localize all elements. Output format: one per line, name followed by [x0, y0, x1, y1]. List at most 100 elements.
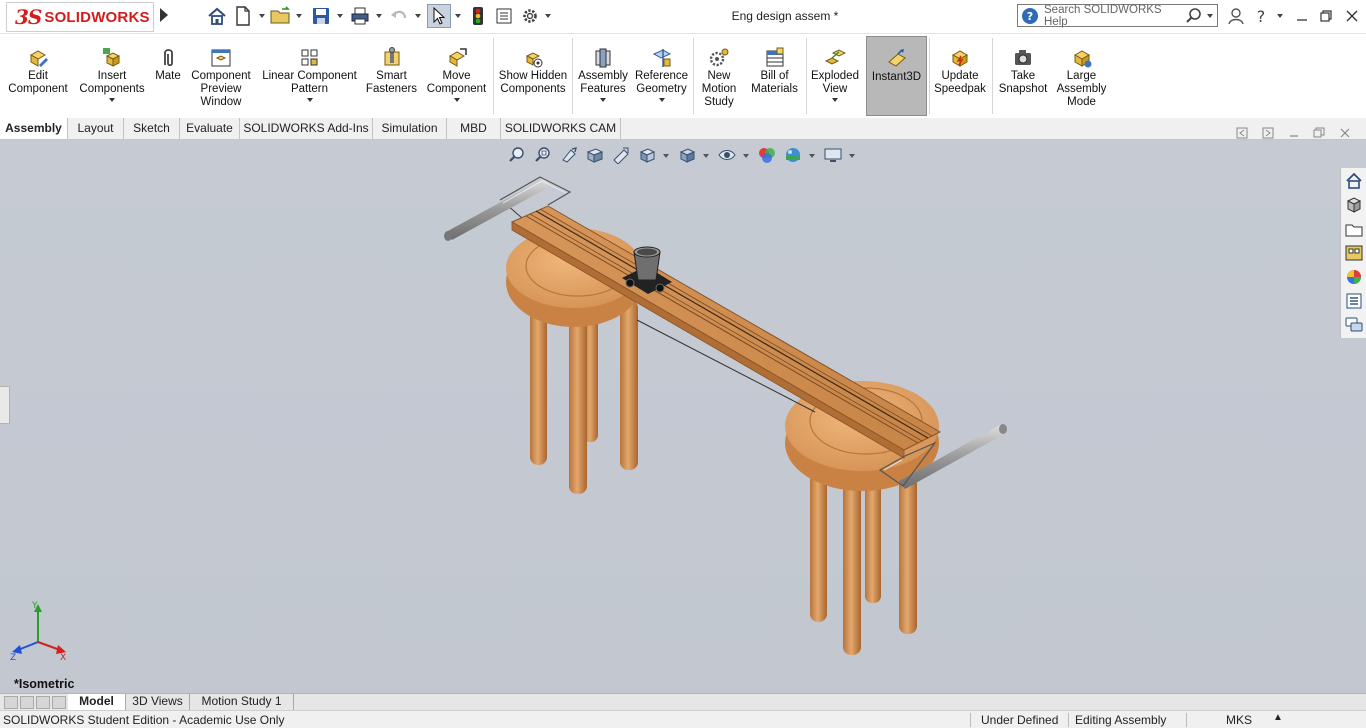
toolbar-separator: [806, 38, 807, 114]
large-assembly-mode-button[interactable]: Large Assembly Mode: [1054, 36, 1109, 116]
rebuild-traffic-light-icon[interactable]: [466, 4, 490, 28]
component-preview-window-label: Component Preview Window: [191, 70, 251, 108]
reference-geometry-button[interactable]: Reference Geometry: [633, 36, 690, 116]
move-component-button[interactable]: Move Component: [423, 36, 490, 116]
insert-components-button[interactable]: Insert Components: [76, 36, 148, 116]
toolbar-separator: [572, 38, 573, 114]
custom-properties-icon[interactable]: [1344, 291, 1364, 311]
close-icon[interactable]: [1341, 6, 1363, 26]
bill-of-materials-button[interactable]: Bill of Materials: [746, 36, 803, 116]
edit-component-button[interactable]: Edit Component: [4, 36, 72, 116]
linear-pattern-dropdown-icon[interactable]: [306, 98, 313, 102]
assembly-features-dropdown-icon[interactable]: [600, 98, 606, 102]
options-dropdown-icon[interactable]: [545, 14, 551, 18]
undo-icon[interactable]: [387, 4, 411, 28]
reference-geometry-dropdown-icon[interactable]: [658, 98, 665, 102]
viewport-minimize-icon[interactable]: [1286, 126, 1302, 140]
tab-3d-views[interactable]: 3D Views: [126, 694, 190, 710]
solidworks-logo[interactable]: 3S SOLIDWORKS: [6, 2, 154, 32]
assembly-model[interactable]: [0, 140, 1340, 694]
tab-evaluate[interactable]: Evaluate: [180, 118, 240, 139]
exploded-view-dropdown-icon[interactable]: [832, 98, 838, 102]
status-bar: SOLIDWORKS Student Edition - Academic Us…: [0, 710, 1366, 728]
svg-text:?: ?: [1257, 7, 1266, 25]
tab-sketch[interactable]: Sketch: [124, 118, 180, 139]
search-dropdown-icon[interactable]: [1207, 13, 1213, 18]
document-title: Eng design assem *: [731, 9, 839, 23]
save-icon[interactable]: [309, 4, 333, 28]
previous-tab-arrow-icon[interactable]: [20, 696, 34, 709]
new-motion-study-button[interactable]: New Motion Study: [697, 36, 741, 116]
linear-component-pattern-button[interactable]: Linear Component Pattern: [259, 36, 360, 116]
mate-label: Mate: [155, 70, 181, 82]
new-document-icon[interactable]: [231, 4, 255, 28]
undo-dropdown-icon[interactable]: [415, 14, 421, 18]
update-speedpak-button[interactable]: Update Speedpak: [932, 36, 988, 116]
file-explorer-icon[interactable]: [1344, 219, 1364, 239]
help-menu-icon[interactable]: ?: [1251, 6, 1273, 26]
save-dropdown-icon[interactable]: [337, 14, 343, 18]
tab-motion-study-1[interactable]: Motion Study 1: [190, 694, 294, 710]
tab-simulation[interactable]: Simulation: [373, 118, 447, 139]
tab-solidworks-add-ins[interactable]: SOLIDWORKS Add-Ins: [240, 118, 373, 139]
file-properties-icon[interactable]: [492, 4, 516, 28]
home-icon[interactable]: [205, 4, 229, 28]
instant3d-label: Instant3D: [871, 71, 922, 83]
show-hidden-components-button[interactable]: Show Hidden Components: [497, 36, 569, 116]
minimize-icon[interactable]: [1291, 6, 1313, 26]
exploded-view-button[interactable]: Exploded View: [809, 36, 861, 116]
title-bar: 3S SOLIDWORKS Eng design assem * ? Searc: [0, 0, 1366, 34]
tab-solidworks-cam[interactable]: SOLIDWORKS CAM: [501, 118, 621, 139]
help-dropdown-icon[interactable]: [1277, 14, 1283, 18]
take-snapshot-button[interactable]: Take Snapshot: [996, 36, 1050, 116]
design-library-icon[interactable]: [1344, 195, 1364, 215]
status-edition-text: SOLIDWORKS Student Edition - Academic Us…: [3, 713, 285, 727]
large-assembly-mode-icon: [1073, 50, 1091, 68]
search-help-box[interactable]: ? Search SOLIDWORKS Help: [1017, 4, 1218, 28]
first-tab-arrow-icon[interactable]: [4, 696, 18, 709]
assembly-features-button[interactable]: Assembly Features: [576, 36, 630, 116]
next-tab-arrow-icon[interactable]: [36, 696, 50, 709]
last-tab-arrow-icon[interactable]: [52, 696, 66, 709]
options-gear-icon[interactable]: [518, 4, 542, 28]
solidworks-forum-icon[interactable]: [1344, 315, 1364, 335]
component-preview-window-button[interactable]: Component Preview Window: [188, 36, 254, 116]
move-component-dropdown-icon[interactable]: [453, 98, 460, 102]
select-dropdown-icon[interactable]: [455, 14, 461, 18]
restore-icon[interactable]: [1315, 6, 1337, 26]
new-dropdown-icon[interactable]: [259, 14, 265, 18]
tab-assembly[interactable]: Assembly: [0, 118, 68, 139]
open-dropdown-icon[interactable]: [296, 14, 302, 18]
viewport-next-icon[interactable]: [1260, 126, 1276, 140]
tab-mbd[interactable]: MBD: [447, 118, 501, 139]
mate-paperclip-icon: [164, 49, 173, 67]
tab-layout[interactable]: Layout: [68, 118, 124, 139]
units-up-arrow-icon[interactable]: ▲: [1273, 712, 1283, 723]
select-pointer-icon[interactable]: [427, 4, 451, 28]
viewport-restore-icon[interactable]: [1311, 126, 1327, 140]
search-input[interactable]: Search SOLIDWORKS Help: [1044, 4, 1185, 28]
solidworks-resources-icon[interactable]: [1344, 171, 1364, 191]
open-folder-icon[interactable]: [269, 4, 293, 28]
tab-model[interactable]: Model: [68, 694, 126, 710]
large-assembly-mode-label: Large Assembly Mode: [1056, 70, 1107, 108]
status-definition: Under Defined: [981, 713, 1059, 727]
print-dropdown-icon[interactable]: [376, 14, 382, 18]
appearances-icon[interactable]: [1344, 267, 1364, 287]
viewport-close-icon[interactable]: [1337, 126, 1353, 140]
insert-components-dropdown-icon[interactable]: [109, 98, 115, 102]
reference-geometry-label: Reference Geometry: [634, 70, 689, 95]
print-icon[interactable]: [348, 4, 372, 28]
viewport-previous-icon[interactable]: [1234, 126, 1250, 140]
graphics-area[interactable]: Y X Z: [0, 127, 1366, 694]
search-icon[interactable]: [1185, 7, 1203, 25]
status-units[interactable]: MKS: [1226, 713, 1252, 727]
view-palette-icon[interactable]: [1344, 243, 1364, 263]
user-account-icon[interactable]: [1225, 6, 1247, 26]
menu-expand-arrow-icon[interactable]: [160, 8, 168, 22]
feature-manager-collapse-handle[interactable]: [0, 386, 10, 424]
toolbar-separator: [929, 38, 930, 114]
mate-button[interactable]: Mate: [151, 36, 185, 116]
instant3d-button[interactable]: Instant3D: [866, 36, 927, 116]
smart-fasteners-button[interactable]: Smart Fasteners: [364, 36, 419, 116]
